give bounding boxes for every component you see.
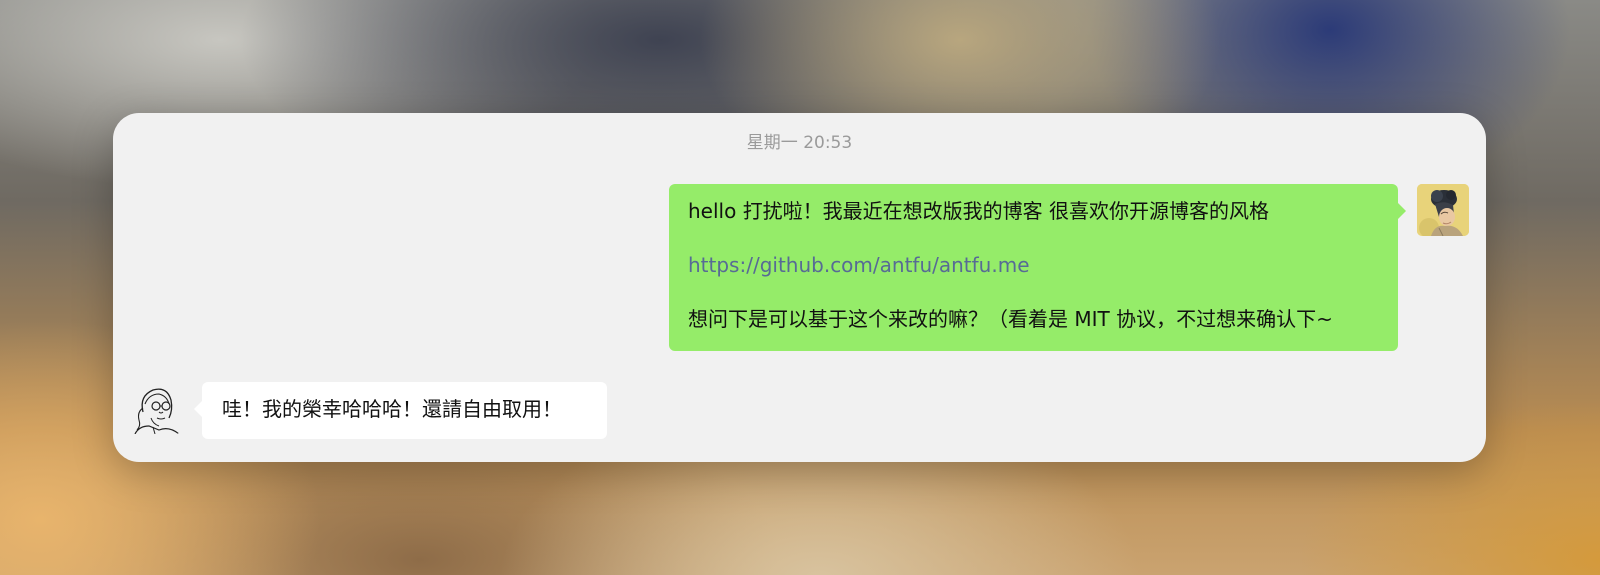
message-text: 想问下是可以基于这个来改的嘛？（看着是 MIT 协议，不过想来确认下~ xyxy=(688,307,1333,331)
sent-message-bubble[interactable]: hello 打扰啦！我最近在想改版我的博客 很喜欢你开源博客的风格 https:… xyxy=(669,184,1406,351)
chat-window: 星期一 20:53 hello 打扰啦！我最近在想改版我的博客 很喜欢你开源博客… xyxy=(113,113,1486,462)
message-text: hello 打扰啦！我最近在想改版我的博客 很喜欢你开源博客的风格 xyxy=(688,199,1270,223)
user-photo-avatar-icon xyxy=(1417,184,1469,236)
message-text: 哇！我的榮幸哈哈哈！還請自由取用！ xyxy=(222,397,562,421)
message-timestamp: 星期一 20:53 xyxy=(746,133,853,153)
sender-avatar-icon[interactable] xyxy=(1417,184,1469,236)
line-drawing-avatar-icon xyxy=(129,382,181,434)
github-repo-link[interactable]: https://github.com/antfu/antfu.me xyxy=(688,252,1379,279)
received-message-bubble[interactable]: 哇！我的榮幸哈哈哈！還請自由取用！ xyxy=(194,382,607,439)
recipient-avatar-icon[interactable] xyxy=(129,382,181,434)
